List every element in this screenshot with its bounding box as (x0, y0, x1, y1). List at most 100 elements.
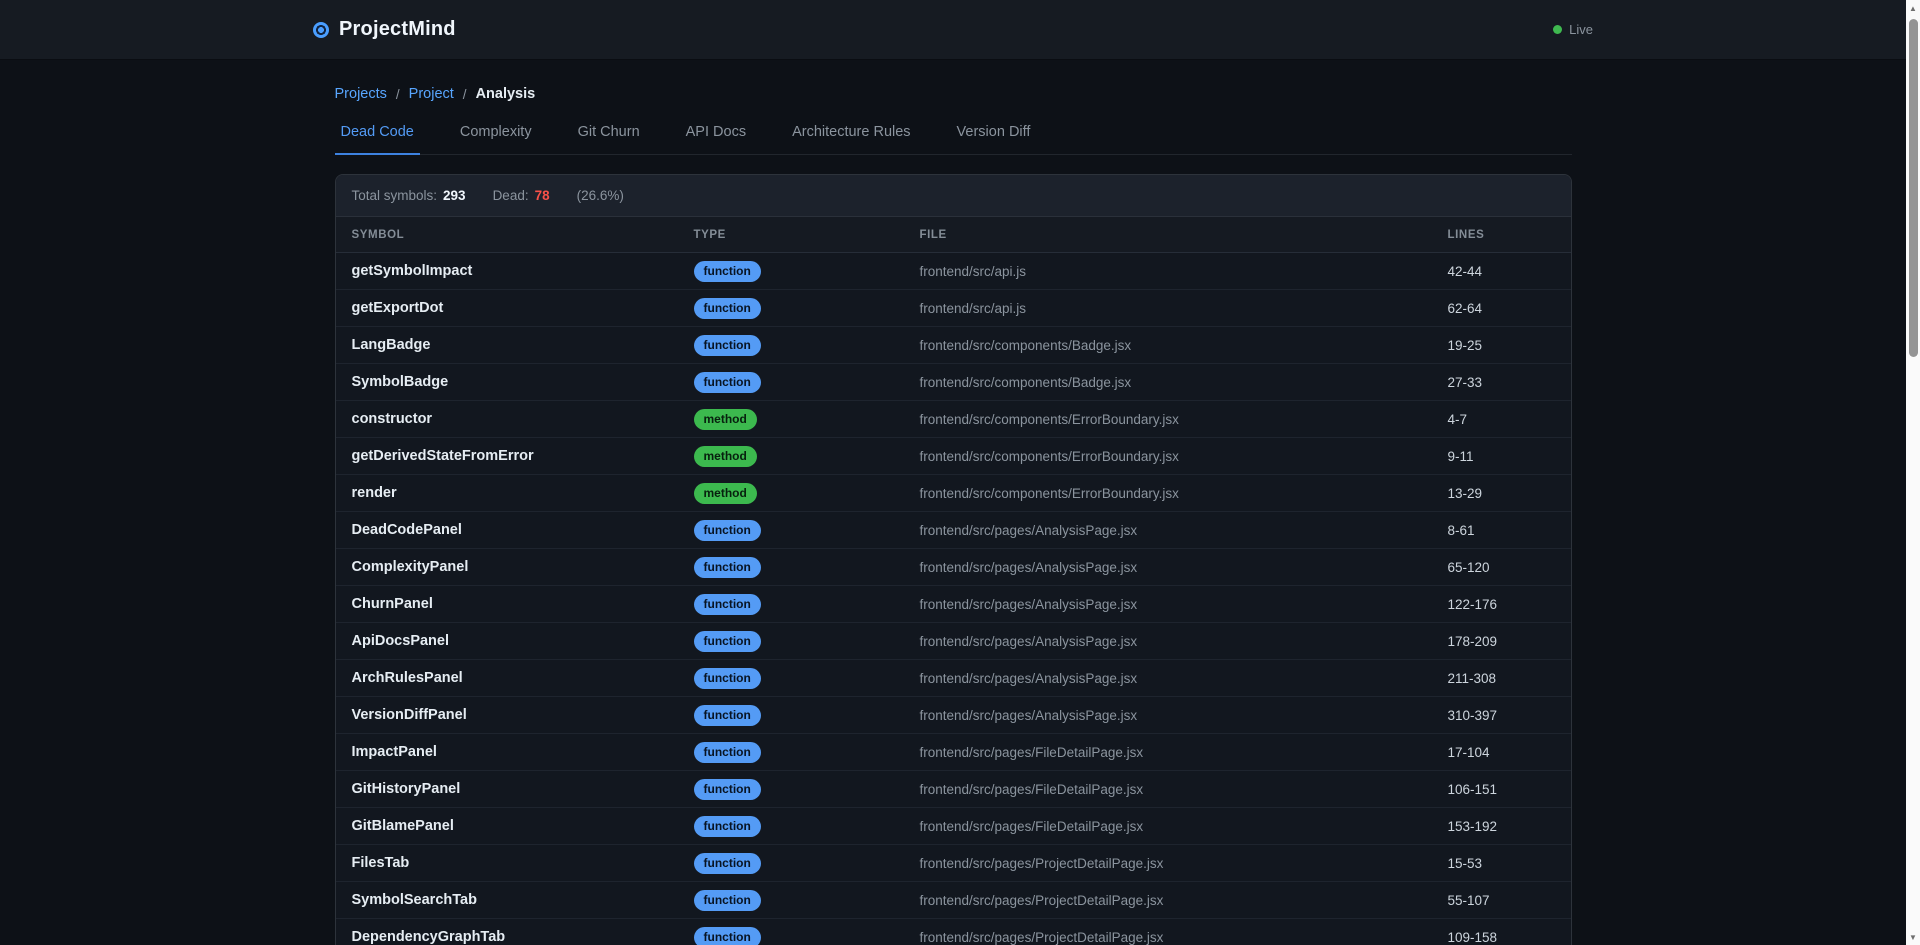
table-row[interactable]: FilesTabfunctionfrontend/src/pages/Proje… (336, 845, 1571, 882)
file-path: frontend/src/components/ErrorBoundary.js… (920, 486, 1448, 501)
file-path: frontend/src/pages/FileDetailPage.jsx (920, 782, 1448, 797)
type-cell: function (694, 853, 920, 874)
file-path: frontend/src/pages/AnalysisPage.jsx (920, 523, 1448, 538)
table-body: getSymbolImpactfunctionfrontend/src/api.… (336, 253, 1571, 945)
line-range: 310-397 (1448, 708, 1555, 723)
type-badge-function: function (694, 816, 761, 837)
type-badge-function: function (694, 927, 761, 945)
symbol-name: ImpactPanel (352, 744, 694, 760)
symbol-name: GitBlamePanel (352, 818, 694, 834)
line-range: 27-33 (1448, 375, 1555, 390)
table-header-row: SYMBOL TYPE FILE LINES (336, 217, 1571, 253)
type-badge-function: function (694, 779, 761, 800)
file-path: frontend/src/pages/AnalysisPage.jsx (920, 560, 1448, 575)
table-row[interactable]: constructormethodfrontend/src/components… (336, 401, 1571, 438)
table-row[interactable]: SymbolSearchTabfunctionfrontend/src/page… (336, 882, 1571, 919)
line-range: 9-11 (1448, 449, 1555, 464)
column-header-type: TYPE (694, 229, 920, 241)
table-row[interactable]: GitHistoryPanelfunctionfrontend/src/page… (336, 771, 1571, 808)
type-badge-function: function (694, 335, 761, 356)
dead-symbols-stat: Dead: 78 (493, 188, 550, 203)
brand: ProjectMind (313, 18, 456, 41)
symbol-name: ChurnPanel (352, 596, 694, 612)
line-range: 13-29 (1448, 486, 1555, 501)
type-badge-function: function (694, 742, 761, 763)
type-badge-function: function (694, 261, 761, 282)
symbol-name: ApiDocsPanel (352, 633, 694, 649)
line-range: 62-64 (1448, 301, 1555, 316)
table-row[interactable]: getExportDotfunctionfrontend/src/api.js6… (336, 290, 1571, 327)
table-row[interactable]: ImpactPanelfunctionfrontend/src/pages/Fi… (336, 734, 1571, 771)
type-badge-function: function (694, 631, 761, 652)
line-range: 211-308 (1448, 671, 1555, 686)
line-range: 55-107 (1448, 893, 1555, 908)
breadcrumb-link-projects[interactable]: Projects (335, 86, 387, 102)
type-cell: function (694, 779, 920, 800)
type-cell: function (694, 372, 920, 393)
symbol-name: SymbolSearchTab (352, 892, 694, 908)
table-row[interactable]: DeadCodePanelfunctionfrontend/src/pages/… (336, 512, 1571, 549)
table-row[interactable]: ChurnPanelfunctionfrontend/src/pages/Ana… (336, 586, 1571, 623)
tab-dead-code[interactable]: Dead Code (335, 122, 420, 155)
column-header-lines: LINES (1448, 229, 1555, 241)
table-row[interactable]: DependencyGraphTabfunction frontend/src/p… (336, 919, 1571, 945)
scrollbar-thumb[interactable] (1909, 19, 1918, 357)
tab-version-diff[interactable]: Version Diff (951, 122, 1037, 155)
file-path: frontend/src/components/Badge.jsx (920, 375, 1448, 390)
live-status-dot-icon (1553, 25, 1562, 34)
app-logo-icon (313, 22, 329, 38)
type-badge-function: function (694, 594, 761, 615)
symbol-name: getExportDot (352, 300, 694, 316)
type-badge-method: method (694, 409, 757, 430)
dead-percentage: (26.6%) (577, 188, 624, 203)
symbol-name: LangBadge (352, 337, 694, 353)
column-header-symbol: SYMBOL (352, 229, 694, 241)
tab-api-docs[interactable]: API Docs (680, 122, 752, 155)
line-range: 65-120 (1448, 560, 1555, 575)
line-range: 8-61 (1448, 523, 1555, 538)
symbol-name: getDerivedStateFromError (352, 448, 694, 464)
total-symbols-value: 293 (443, 188, 466, 203)
line-range: 178-209 (1448, 634, 1555, 649)
line-range: 17-104 (1448, 745, 1555, 760)
type-badge-function: function (694, 372, 761, 393)
type-cell: function (694, 668, 920, 689)
breadcrumb-link-project[interactable]: Project (409, 86, 454, 102)
file-path: frontend/src/pages/ProjectDetailPage.jsx (920, 930, 1448, 945)
breadcrumb-current-analysis: Analysis (476, 86, 536, 102)
type-badge-function: function (694, 557, 761, 578)
type-cell: function (694, 927, 920, 945)
app-header: ProjectMind Live (0, 0, 1906, 60)
tab-complexity[interactable]: Complexity (454, 122, 538, 155)
table-row[interactable]: getDerivedStateFromErrormethodfrontend/s… (336, 438, 1571, 475)
symbol-name: DependencyGraphTab (352, 929, 694, 945)
type-cell: method (694, 446, 920, 467)
type-cell: function (694, 594, 920, 615)
table-row[interactable]: VersionDiffPanelfunctionfrontend/src/pag… (336, 697, 1571, 734)
total-symbols-label: Total symbols: (352, 188, 438, 203)
table-row[interactable]: ArchRulesPanelfunctionfrontend/src/pages… (336, 660, 1571, 697)
symbol-name: getSymbolImpact (352, 263, 694, 279)
table-row[interactable]: getSymbolImpactfunction frontend/src/api.… (336, 253, 1571, 290)
column-header-file: FILE (920, 229, 1448, 241)
table-row[interactable]: ComplexityPanelfunctionfrontend/src/page… (336, 549, 1571, 586)
type-cell: function (694, 890, 920, 911)
symbol-name: constructor (352, 411, 694, 427)
vertical-scrollbar[interactable]: ▲ ▼ (1906, 0, 1920, 945)
file-path: frontend/src/components/ErrorBoundary.js… (920, 449, 1448, 464)
breadcrumb-separator: / (463, 87, 467, 102)
table-row[interactable]: rendermethodfrontend/src/components/Erro… (336, 475, 1571, 512)
type-cell: function (694, 742, 920, 763)
table-row[interactable]: GitBlamePanelfunctionfrontend/src/pages/… (336, 808, 1571, 845)
table-row[interactable]: ApiDocsPanelfunctionfrontend/src/pages/A… (336, 623, 1571, 660)
summary-bar: Total symbols: 293 Dead: 78 (26.6%) (336, 175, 1571, 217)
scrollbar-down-arrow-icon[interactable]: ▼ (1906, 929, 1920, 945)
type-badge-function: function (694, 853, 761, 874)
table-row[interactable]: LangBadgefunctionfrontend/src/components… (336, 327, 1571, 364)
table-row[interactable]: SymbolBadgefunctionfrontend/src/componen… (336, 364, 1571, 401)
scrollbar-up-arrow-icon[interactable]: ▲ (1906, 0, 1920, 16)
tab-architecture-rules[interactable]: Architecture Rules (786, 122, 916, 155)
main-content: Projects / Project / Analysis Dead CodeC… (335, 86, 1572, 945)
file-path: frontend/src/api.js (920, 264, 1448, 279)
tab-git-churn[interactable]: Git Churn (572, 122, 646, 155)
